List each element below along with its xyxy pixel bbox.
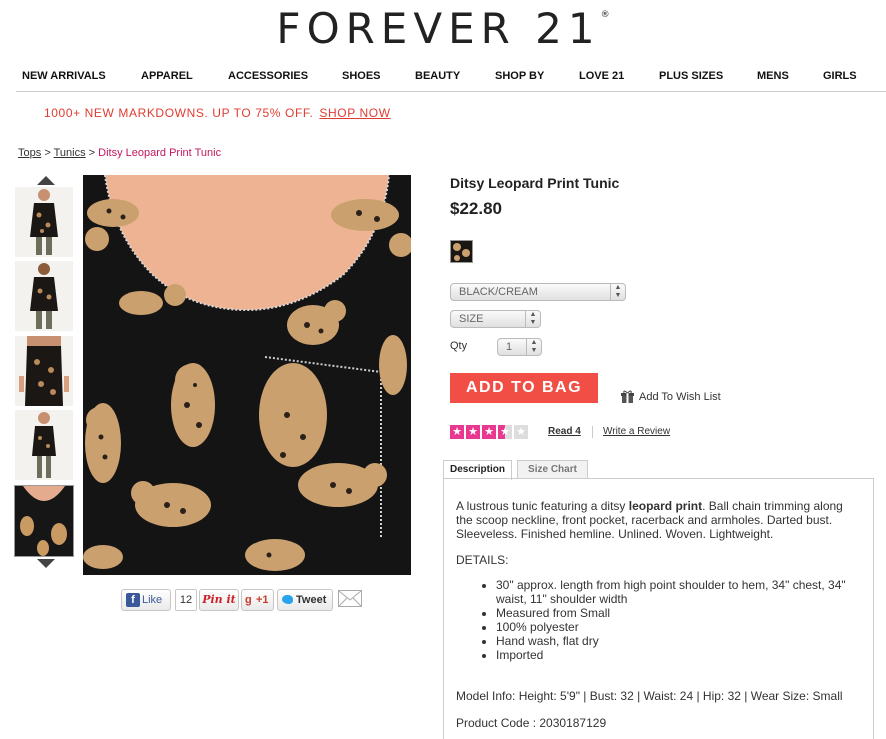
product-title: Ditsy Leopard Print Tunic bbox=[450, 175, 620, 191]
details-heading: DETAILS: bbox=[456, 553, 509, 567]
list-item: 30" approx. length from high point shoul… bbox=[496, 578, 876, 606]
qty-label: Qty bbox=[450, 340, 468, 352]
tweet-button[interactable]: Tweet bbox=[277, 589, 333, 611]
color-swatch[interactable] bbox=[450, 240, 473, 263]
wish-list-label: Add To Wish List bbox=[639, 391, 721, 403]
nav-divider bbox=[16, 91, 886, 92]
star-full-icon: ★ bbox=[466, 425, 480, 439]
nav-girls[interactable]: GIRLS bbox=[823, 70, 857, 82]
promo-banner: 1000+ NEW MARKDOWNS. UP TO 75% OFF. SHOP … bbox=[44, 106, 391, 120]
tweet-label: Tweet bbox=[296, 594, 327, 606]
thumbnail-4[interactable] bbox=[15, 410, 73, 480]
star-full-icon: ★ bbox=[450, 425, 464, 439]
facebook-icon: f bbox=[126, 593, 140, 607]
thumbnail-scroll-down-icon[interactable] bbox=[37, 559, 55, 568]
thumbnail-3[interactable] bbox=[15, 336, 73, 406]
facebook-like-count: 12 bbox=[175, 589, 197, 611]
description-text: A lustrous tunic featuring a ditsy bbox=[456, 499, 629, 513]
select-arrows-icon: ▲ ▼ bbox=[526, 339, 541, 355]
tab-size-chart[interactable]: Size Chart bbox=[517, 460, 588, 479]
breadcrumb-separator: > bbox=[44, 147, 51, 159]
qty-select[interactable]: 1 ▲ ▼ bbox=[497, 338, 542, 356]
email-share-icon[interactable] bbox=[338, 590, 362, 607]
pinterest-pinit-button[interactable]: Pin it bbox=[199, 589, 239, 611]
select-arrows-icon: ▲ ▼ bbox=[610, 284, 625, 300]
add-to-wish-list-link[interactable]: Add To Wish List bbox=[621, 390, 721, 403]
google-plus-icon: g bbox=[245, 594, 252, 606]
product-price: $22.80 bbox=[450, 199, 502, 218]
promo-shop-now-link[interactable]: SHOP NOW bbox=[319, 106, 390, 120]
list-item: 100% polyester bbox=[496, 620, 876, 634]
tab-description[interactable]: Description bbox=[443, 460, 512, 480]
nav-apparel[interactable]: APPAREL bbox=[141, 70, 193, 82]
nav-shoes[interactable]: SHOES bbox=[342, 70, 381, 82]
write-review-link[interactable]: Write a Review bbox=[603, 426, 670, 437]
promo-text: 1000+ NEW MARKDOWNS. UP TO 75% OFF. bbox=[44, 106, 314, 120]
gift-icon bbox=[621, 390, 634, 403]
product-main-image[interactable] bbox=[83, 175, 411, 575]
product-description: A lustrous tunic featuring a ditsy leopa… bbox=[456, 499, 861, 541]
breadcrumb-tunics[interactable]: Tunics bbox=[54, 147, 86, 159]
facebook-like-button[interactable]: f Like bbox=[121, 589, 171, 611]
google-plus-button[interactable]: g +1 bbox=[241, 589, 274, 611]
model-info: Model Info: Height: 5'9" | Bust: 32 | Wa… bbox=[456, 689, 843, 703]
nav-plus-sizes[interactable]: PLUS SIZES bbox=[659, 70, 723, 82]
list-item: Measured from Small bbox=[496, 606, 876, 620]
qty-select-value: 1 bbox=[506, 341, 513, 353]
details-list: 30" approx. length from high point shoul… bbox=[480, 578, 876, 662]
color-select[interactable]: BLACK/CREAM ▲ ▼ bbox=[450, 283, 626, 301]
nav-new-arrivals[interactable]: NEW ARRIVALS bbox=[22, 70, 106, 82]
nav-shop-by[interactable]: SHOP BY bbox=[495, 70, 544, 82]
brand-logo[interactable]: FOREVER 21® bbox=[0, 4, 886, 53]
star-full-icon: ★ bbox=[482, 425, 496, 439]
thumbnail-2[interactable] bbox=[15, 261, 73, 331]
review-link-divider bbox=[592, 426, 593, 438]
thumbnail-scroll-up-icon[interactable] bbox=[37, 176, 55, 185]
twitter-bird-icon bbox=[282, 595, 293, 604]
list-item: Hand wash, flat dry bbox=[496, 634, 876, 648]
main-nav: NEW ARRIVALS APPAREL ACCESSORIES SHOES B… bbox=[16, 70, 886, 90]
breadcrumb: Tops > Tunics > Ditsy Leopard Print Tuni… bbox=[18, 147, 221, 159]
size-select-value: SIZE bbox=[459, 313, 484, 325]
nav-accessories[interactable]: ACCESSORIES bbox=[228, 70, 308, 82]
select-arrows-icon: ▲ ▼ bbox=[525, 311, 540, 327]
google-plus-label: +1 bbox=[256, 594, 269, 606]
breadcrumb-current: Ditsy Leopard Print Tunic bbox=[98, 147, 222, 159]
breadcrumb-tops[interactable]: Tops bbox=[18, 147, 41, 159]
list-item: Imported bbox=[496, 648, 876, 662]
read-reviews-link[interactable]: Read 4 bbox=[548, 426, 581, 437]
breadcrumb-separator: > bbox=[88, 147, 96, 159]
description-bold-text: leopard print bbox=[628, 499, 703, 513]
product-code: Product Code : 2030187129 bbox=[456, 716, 607, 730]
nav-love-21[interactable]: LOVE 21 bbox=[579, 70, 624, 82]
add-to-bag-button[interactable]: ADD TO BAG bbox=[450, 373, 598, 403]
star-empty-icon: ★ bbox=[514, 425, 528, 439]
nav-beauty[interactable]: BEAUTY bbox=[415, 70, 460, 82]
brand-name: FOREVER 21 bbox=[276, 4, 601, 53]
thumbnail-1[interactable] bbox=[15, 187, 73, 257]
facebook-like-label: Like bbox=[142, 594, 163, 606]
size-select[interactable]: SIZE ▲ ▼ bbox=[450, 310, 541, 328]
thumbnail-5-selected[interactable] bbox=[14, 485, 74, 557]
trademark-symbol: ® bbox=[600, 10, 610, 20]
nav-mens[interactable]: MENS bbox=[757, 70, 789, 82]
star-half-icon: ★ bbox=[498, 425, 512, 439]
color-select-value: BLACK/CREAM bbox=[459, 286, 538, 298]
